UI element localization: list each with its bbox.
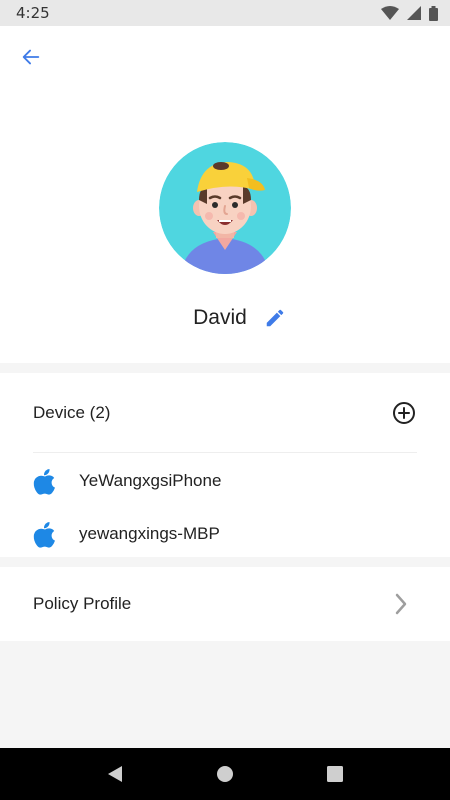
edit-name-button[interactable] xyxy=(263,306,287,330)
device-item[interactable]: yewangxings-MBP xyxy=(33,508,417,560)
battery-icon xyxy=(429,5,438,21)
nav-home-button[interactable] xyxy=(210,759,240,789)
policy-profile-label: Policy Profile xyxy=(33,594,132,613)
device-name: YeWangxgsiPhone xyxy=(79,471,222,490)
devices-card: Device (2) YeWangxgsiPhone yewangxings-M… xyxy=(0,373,450,557)
devices-header: Device (2) xyxy=(33,373,417,453)
avatar-illustration xyxy=(159,142,291,274)
device-name: yewangxings-MBP xyxy=(79,524,220,543)
cell-signal-icon xyxy=(407,6,421,20)
back-button[interactable] xyxy=(18,44,44,70)
user-name: David xyxy=(193,306,247,329)
chevron-right-icon xyxy=(395,593,407,615)
circle-home-icon xyxy=(217,766,233,782)
status-time: 4:25 xyxy=(16,4,50,22)
policy-profile-row[interactable]: Policy Profile xyxy=(0,567,450,641)
wifi-icon xyxy=(381,6,399,20)
arrow-left-icon xyxy=(22,49,40,65)
pencil-icon xyxy=(266,309,284,327)
status-bar: 4:25 xyxy=(0,0,450,26)
square-recents-icon xyxy=(327,766,343,782)
triangle-back-icon xyxy=(108,766,122,782)
avatar xyxy=(159,142,291,274)
status-icons xyxy=(381,5,438,21)
devices-title: Device (2) xyxy=(33,402,111,422)
nav-back-button[interactable] xyxy=(100,759,130,789)
apple-icon xyxy=(33,522,55,548)
apple-icon xyxy=(33,469,55,495)
plus-circle-icon xyxy=(393,401,415,424)
name-row: David xyxy=(0,306,450,330)
system-nav-bar xyxy=(0,748,450,800)
device-item[interactable]: YeWangxgsiPhone xyxy=(33,455,417,507)
nav-recents-button[interactable] xyxy=(320,759,350,789)
add-device-button[interactable] xyxy=(391,400,417,426)
profile-header: David xyxy=(0,26,450,363)
